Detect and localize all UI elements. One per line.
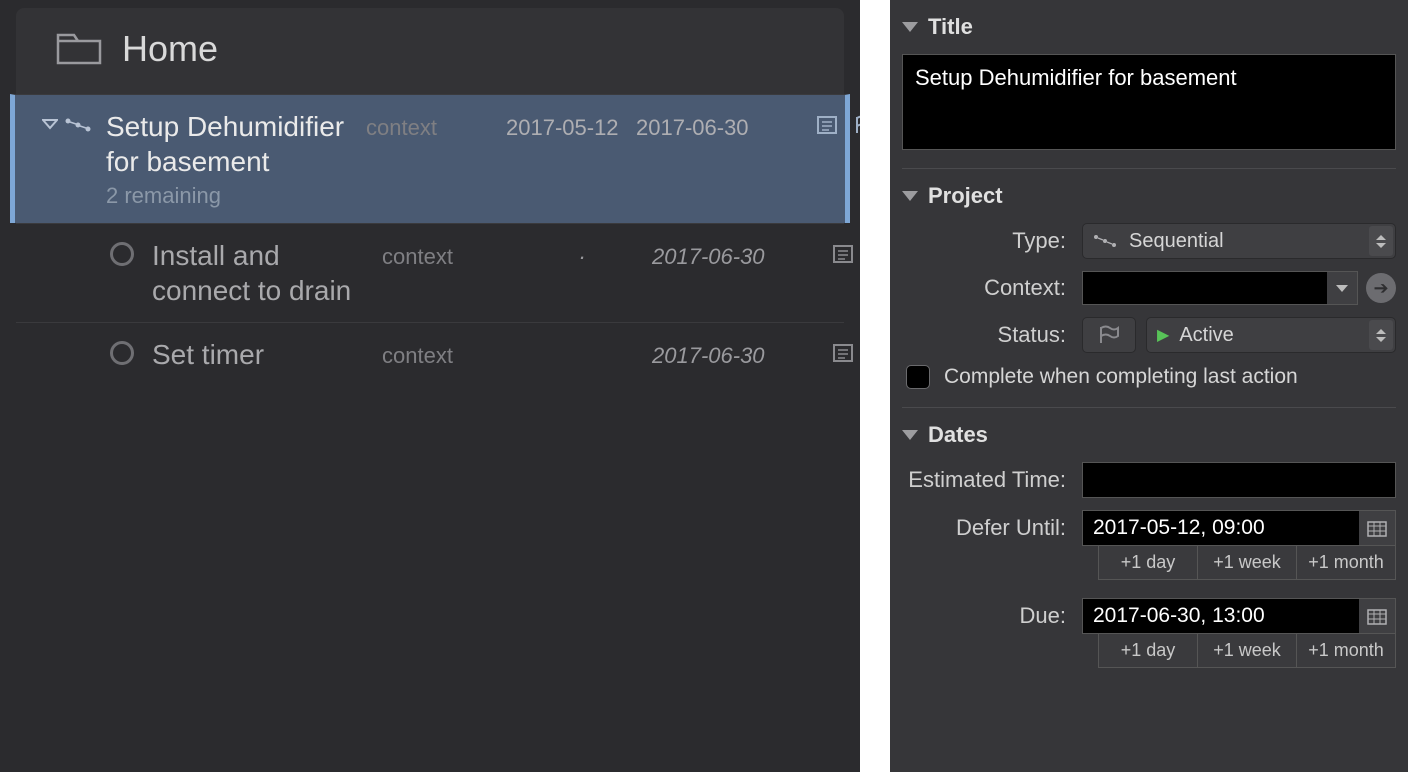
defer-date[interactable]: 2017-05-12 [496, 109, 636, 141]
context-placeholder[interactable]: context [382, 337, 512, 369]
checkbox-label: Complete when completing last action [944, 365, 1298, 389]
task-row[interactable]: Install and connect to drain context · 2… [16, 223, 844, 322]
row-context: Context: ➔ [902, 271, 1396, 305]
flag-button[interactable] [1082, 317, 1136, 353]
stepper-icon [1369, 320, 1393, 350]
status-select[interactable]: ▶ Active [1146, 317, 1396, 353]
project-row-selected[interactable]: Setup Dehumidifier for basement 2 remain… [10, 94, 850, 223]
status-circle[interactable] [110, 242, 134, 266]
section-header-project[interactable]: Project [902, 183, 1396, 209]
block-defer: Defer Until: 2017-05-12, 09:00 +1 day +1… [902, 510, 1396, 580]
section-title: Title Setup Dehumidifier for basement [902, 0, 1396, 169]
estimated-input[interactable] [1082, 462, 1396, 498]
due-input[interactable]: 2017-06-30, 13:00 [1082, 598, 1396, 634]
defer-value: 2017-05-12, 09:00 [1083, 516, 1275, 540]
context-placeholder[interactable]: context [382, 238, 512, 270]
note-icon[interactable] [832, 343, 854, 363]
calendar-icon[interactable] [1359, 511, 1395, 545]
task-title: Install and connect to drain [152, 238, 382, 308]
due-value: 2017-06-30, 13:00 [1083, 604, 1275, 628]
title-input[interactable]: Setup Dehumidifier for basement [902, 54, 1396, 150]
stepper-icon [1369, 226, 1393, 256]
label-defer: Defer Until: [902, 515, 1082, 541]
label-status: Status: [902, 322, 1082, 348]
disclosure-icon [902, 191, 918, 201]
inspector-pane: Title Setup Dehumidifier for basement Pr… [890, 0, 1408, 772]
folder-icon [56, 31, 102, 67]
task-remaining: 2 remaining [106, 183, 366, 209]
note-icon[interactable] [816, 115, 838, 135]
plus-1-week-button[interactable]: +1 week [1198, 546, 1297, 579]
quick-date-row: +1 day +1 week +1 month [1098, 634, 1396, 668]
section-dates: Dates Estimated Time: Defer Until: 2017-… [902, 408, 1396, 704]
quick-date-row: +1 day +1 week +1 month [1098, 546, 1396, 580]
type-value: Sequential [1129, 230, 1224, 253]
row-complete-last[interactable]: Complete when completing last action [902, 365, 1396, 389]
plus-1-day-button[interactable]: +1 day [1099, 546, 1198, 579]
type-select[interactable]: Sequential [1082, 223, 1396, 259]
dropdown-icon[interactable] [1327, 272, 1357, 304]
outline-pane: Home Setup Dehumidifier for basement 2 r… [0, 0, 860, 772]
section-header-title[interactable]: Title [902, 14, 1396, 40]
task-title: Set timer [152, 337, 382, 372]
row-status: Status: ▶ Active [902, 317, 1396, 353]
folder-title: Home [122, 28, 218, 70]
defer-date[interactable] [512, 337, 652, 343]
defer-date[interactable]: · [512, 238, 652, 270]
due-date[interactable]: 2017-06-30 [636, 109, 786, 141]
section-label: Title [928, 14, 973, 40]
sequential-icon [64, 115, 94, 135]
context-input[interactable] [1082, 271, 1358, 305]
context-placeholder[interactable]: context [366, 109, 496, 141]
task-main: Setup Dehumidifier for basement 2 remain… [106, 109, 366, 209]
status-value: Active [1179, 324, 1233, 347]
task-main: Set timer [152, 337, 382, 372]
label-type: Type: [902, 228, 1082, 254]
section-project: Project Type: Sequential Context: ➔ St [902, 169, 1396, 408]
row-type: Type: Sequential [902, 223, 1396, 259]
section-header-dates[interactable]: Dates [902, 422, 1396, 448]
note-icon[interactable] [832, 244, 854, 264]
sequential-icon [1093, 233, 1119, 249]
section-label: Project [928, 183, 1003, 209]
plus-1-month-button[interactable]: +1 month [1297, 634, 1395, 667]
task-row[interactable]: Set timer context 2017-06-30 [16, 322, 844, 386]
plus-1-month-button[interactable]: +1 month [1297, 546, 1395, 579]
section-label: Dates [928, 422, 988, 448]
label-context: Context: [902, 275, 1082, 301]
task-title: Setup Dehumidifier for basement [106, 109, 366, 179]
due-date[interactable]: 2017-06-30 [652, 238, 802, 270]
block-due: Due: 2017-06-30, 13:00 +1 day +1 week +1… [902, 598, 1396, 668]
defer-input[interactable]: 2017-05-12, 09:00 [1082, 510, 1396, 546]
folder-header: Home [16, 8, 844, 94]
task-main: Install and connect to drain [152, 238, 382, 308]
pane-divider[interactable] [860, 0, 890, 772]
row-estimated: Estimated Time: [902, 462, 1396, 498]
due-date[interactable]: 2017-06-30 [652, 337, 802, 369]
calendar-icon[interactable] [1359, 599, 1395, 633]
label-due: Due: [902, 603, 1082, 629]
goto-context-button[interactable]: ➔ [1366, 273, 1396, 303]
play-icon: ▶ [1157, 325, 1169, 345]
plus-1-week-button[interactable]: +1 week [1198, 634, 1297, 667]
label-estimated: Estimated Time: [902, 467, 1082, 493]
status-circle[interactable] [110, 341, 134, 365]
disclosure-icon [902, 22, 918, 32]
disclosure-icon [902, 430, 918, 440]
checkbox[interactable] [906, 365, 930, 389]
disclosure-icon[interactable] [42, 117, 58, 131]
plus-1-day-button[interactable]: +1 day [1099, 634, 1198, 667]
